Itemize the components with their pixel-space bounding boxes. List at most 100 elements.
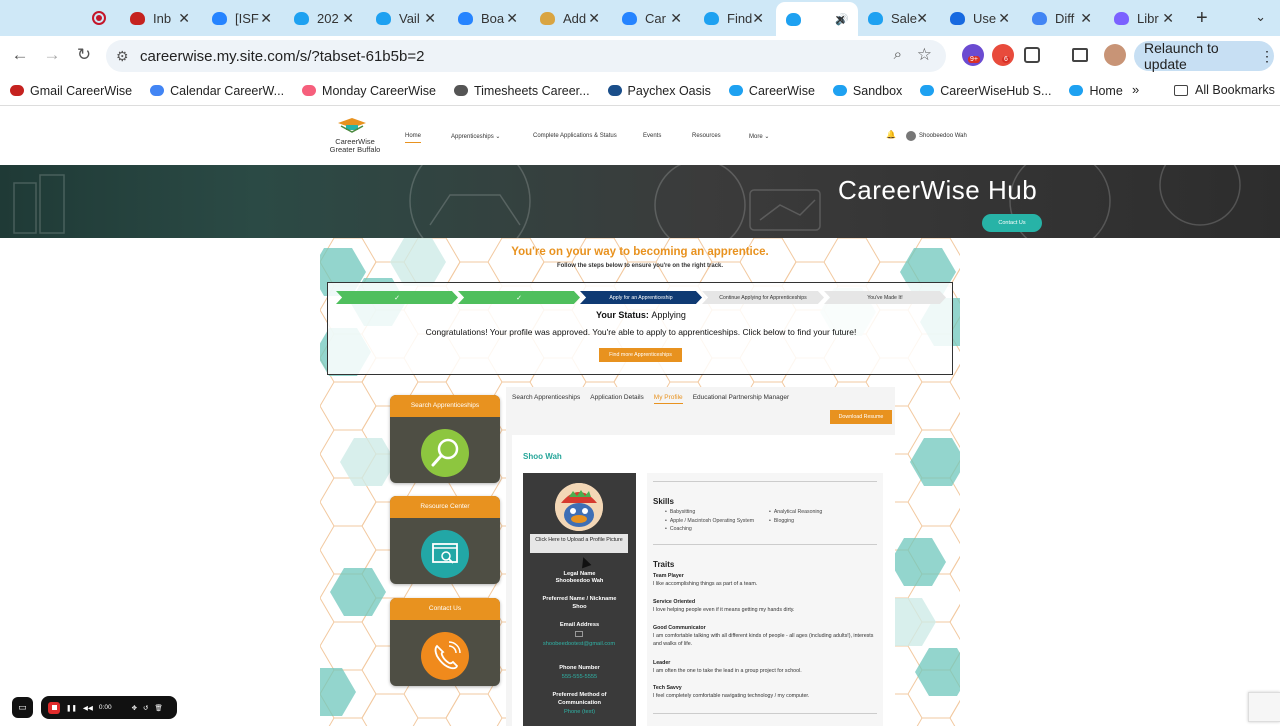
download-resume-button[interactable]: Download Resume [830,410,892,424]
nav-events[interactable]: Events [643,133,661,139]
contact-us-card[interactable]: Contact Us [390,598,500,686]
close-tab-icon[interactable]: ✕ [588,10,600,27]
browser-tab[interactable]: 202 ✕ [284,0,366,36]
close-tab-icon[interactable]: ✕ [424,10,436,27]
browser-tab[interactable]: Car ✕ [612,0,694,36]
close-tab-icon[interactable]: ✕ [670,10,682,27]
bookmark-item[interactable]: Calendar CareerW... [150,84,284,98]
new-tab-button[interactable]: + [1196,7,1208,30]
close-tab-icon[interactable]: ✕ [506,10,518,27]
bookmark-item[interactable]: Gmail CareerWise [10,84,132,98]
close-tab-icon[interactable]: ✕ [752,10,764,27]
stop-recording-button[interactable] [48,701,60,714]
relaunch-button[interactable]: Relaunch to update ⋮ [1134,40,1274,72]
zoom-icon[interactable]: ⌕ [894,46,902,63]
upload-profile-picture-button[interactable]: Click Here to Upload a Profile Picture [530,534,628,553]
bookmark-item[interactable]: Home [1069,84,1123,98]
close-tab-icon[interactable]: ✕ [1080,10,1092,27]
more-menu-icon: ⋮ [1260,47,1274,64]
browser-tab[interactable]: Find ✕ [694,0,776,36]
address-bar[interactable]: ⚙ careerwise.my.site.com/s/?tabset-61b5b… [106,40,946,72]
trait-item: Tech Savvy I feel completely comfortable … [653,685,810,699]
browser-tab[interactable]: Diff ✕ [1022,0,1104,36]
browser-tab[interactable]: Inb ✕ [120,0,202,36]
bookmark-item[interactable]: Paychex Oasis [607,84,711,98]
nav-resources[interactable]: Resources [692,133,721,139]
phone-link[interactable]: 555-555-5555 [523,674,636,680]
tab-search-apprenticeships[interactable]: Search Apprenticeships [512,394,580,404]
search-apprenticeships-card[interactable]: Search Apprenticeships [390,395,500,483]
drawing-tool-icon[interactable]: ✥ [132,704,137,712]
nav-more[interactable]: More ⌄ [749,133,769,140]
bookmark-item[interactable]: Timesheets Career... [453,84,590,98]
tab-search-chevron-icon[interactable]: ⌄ [1255,9,1266,25]
bookmark-item[interactable]: CareerWise [728,84,815,98]
careerwise-logo[interactable]: CareerWise Greater Buffalo [325,117,385,157]
divider [653,481,877,482]
all-bookmarks-button[interactable]: All Bookmarks [1174,83,1275,97]
recaptcha-badge[interactable] [1248,692,1280,722]
bookmark-favicon-icon [302,85,317,96]
close-tab-icon[interactable]: ✕ [834,12,846,29]
camera-toggle-icon[interactable]: ▭ [12,697,33,718]
reload-icon[interactable]: ↻ [74,45,94,65]
side-panel-icon[interactable] [1072,48,1088,62]
extensions-puzzle-icon[interactable] [1024,47,1040,63]
close-tab-icon[interactable]: ✕ [342,10,354,27]
bookmark-label: Monday CareerWise [322,83,436,98]
back-arrow-icon[interactable]: ← [10,45,30,65]
step-complete: ✓ [458,291,580,304]
toolbar: ← → ↻ ⚙ careerwise.my.site.com/s/?tabset… [0,36,1280,76]
close-tab-icon[interactable]: ✕ [916,10,928,27]
bookmark-favicon-icon [1069,85,1084,96]
profile-avatar[interactable] [1104,44,1126,66]
browser-tab[interactable]: Libr ✕ [1104,0,1186,36]
recording-indicator-icon [92,11,106,25]
browser-tab[interactable]: Sale ✕ [858,0,940,36]
close-tab-icon[interactable]: ✕ [998,10,1010,27]
bookmark-item[interactable]: CareerWiseHub S... [920,84,1051,98]
nav-complete-applications[interactable]: Complete Applications & Status [533,133,617,139]
profile-panel: Search Apprenticeships Application Detai… [506,387,895,726]
notification-bell-icon[interactable]: 🔔 [886,130,896,139]
tab-educational-partnership-manager[interactable]: Educational Partnership Manager [693,394,789,404]
browser-tab[interactable]: Add ✕ [530,0,612,36]
tab-application-details[interactable]: Application Details [590,394,643,404]
chevron-down-icon: ⌄ [764,134,770,140]
hero-banner: CareerWise Hub Contact Us [0,165,1280,238]
bookmark-item[interactable]: Monday CareerWise [302,84,436,98]
bookmark-star-icon[interactable]: ☆ [917,45,932,65]
forward-arrow-icon[interactable]: → [42,45,62,65]
browser-tab[interactable]: Vail ✕ [366,0,448,36]
pause-icon[interactable]: ❚❚ [66,704,77,712]
profile-avatar-image [555,483,603,531]
rewind-icon[interactable]: ◀◀ [83,704,93,712]
site-settings-icon[interactable]: ⚙ [116,48,129,65]
tab-favicon-icon [704,11,719,25]
tab-my-profile[interactable]: My Profile [653,394,683,404]
contact-us-button[interactable]: Contact Us [982,214,1042,232]
bookmark-item[interactable]: Sandbox [832,84,902,98]
nav-home[interactable]: Home [405,133,422,143]
close-tab-icon[interactable]: ✕ [260,10,272,27]
bookmarks-overflow-icon[interactable]: » [1132,82,1139,97]
resource-center-card[interactable]: Resource Center [390,496,500,584]
close-tab-icon[interactable]: ✕ [178,10,190,27]
browser-tab[interactable]: [ISF ✕ [202,0,284,36]
find-apprenticeships-button[interactable]: Find more Apprenticeships [599,348,682,362]
extension-icon[interactable]: 6 [992,44,1014,66]
bookmark-favicon-icon [150,85,165,96]
close-tab-icon[interactable]: ✕ [1162,10,1174,27]
browser-tab[interactable]: 🔊 ✕ [776,2,858,36]
trash-icon[interactable]: 🗑 [154,704,162,712]
recording-timer: 0:00 [98,704,112,711]
browser-tab[interactable]: Boa ✕ [448,0,530,36]
email-link[interactable]: shoobeedootest@gmail.com [535,640,623,648]
browser-tab[interactable]: Use ✕ [940,0,1022,36]
bookmark-favicon-icon [920,85,935,96]
restart-icon[interactable]: ↺ [143,704,148,712]
nav-apprenticeships[interactable]: Apprenticeships ⌄ [451,133,500,140]
extension-icon[interactable]: 9+ [962,44,984,66]
browser-search-icon [421,530,469,578]
user-menu[interactable]: Shoobeedoo Wah [906,131,967,141]
